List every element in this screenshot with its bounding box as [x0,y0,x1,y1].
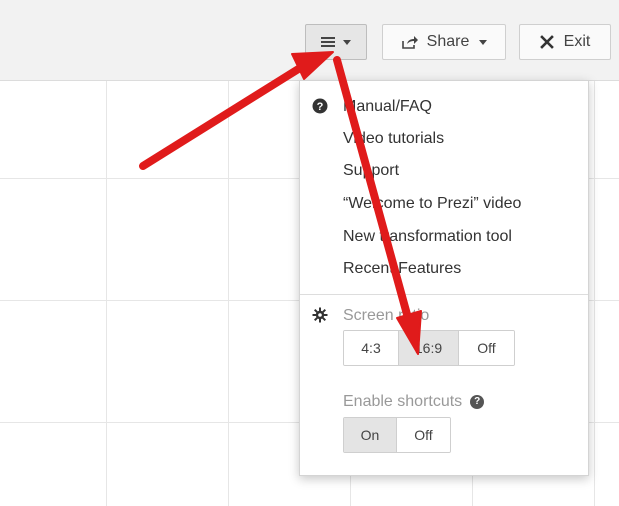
menu-button[interactable] [305,24,367,60]
shortcuts-label: Enable shortcuts? [343,393,485,411]
ratio-option-off[interactable]: Off [459,331,514,365]
shortcut-option-on[interactable]: On [344,418,397,452]
shortcuts-label-text: Enable shortcuts [343,393,463,410]
shortcuts-toggle: On Off [343,417,451,453]
shortcut-option-off[interactable]: Off [397,418,450,452]
menu-item-transformation-tool[interactable]: New transformation tool [343,228,512,246]
ratio-option-16-9[interactable]: 16:9 [399,331,459,365]
exit-label: Exit [563,33,591,50]
help-dropdown-menu: ? Manual/FAQ Video tutorials Support “We… [299,80,589,476]
svg-text:?: ? [317,101,324,113]
ratio-option-4-3[interactable]: 4:3 [344,331,399,365]
chevron-down-icon [343,39,351,45]
share-label: Share [426,33,470,50]
top-toolbar: Share Exit [0,0,619,81]
menu-item-welcome-video[interactable]: “Welcome to Prezi” video [343,195,521,213]
menu-item-recent-features[interactable]: Recent Features [343,260,461,278]
shortcuts-help-icon[interactable]: ? [470,394,485,409]
question-icon: ? [312,98,328,114]
menu-item-support[interactable]: Support [343,162,399,180]
hamburger-icon [321,35,335,49]
menu-divider [300,294,588,295]
menu-item-video-tutorials[interactable]: Video tutorials [343,130,444,148]
share-caret-icon [479,39,488,45]
gear-icon [312,307,328,323]
close-icon [539,35,554,49]
exit-button[interactable]: Exit [519,24,611,60]
screen-ratio-toggle: 4:3 16:9 Off [343,330,515,366]
menu-item-manual[interactable]: Manual/FAQ [343,98,432,116]
share-button[interactable]: Share [382,24,506,60]
screen-ratio-label: Screen ratio [343,307,430,324]
share-icon [401,36,418,49]
